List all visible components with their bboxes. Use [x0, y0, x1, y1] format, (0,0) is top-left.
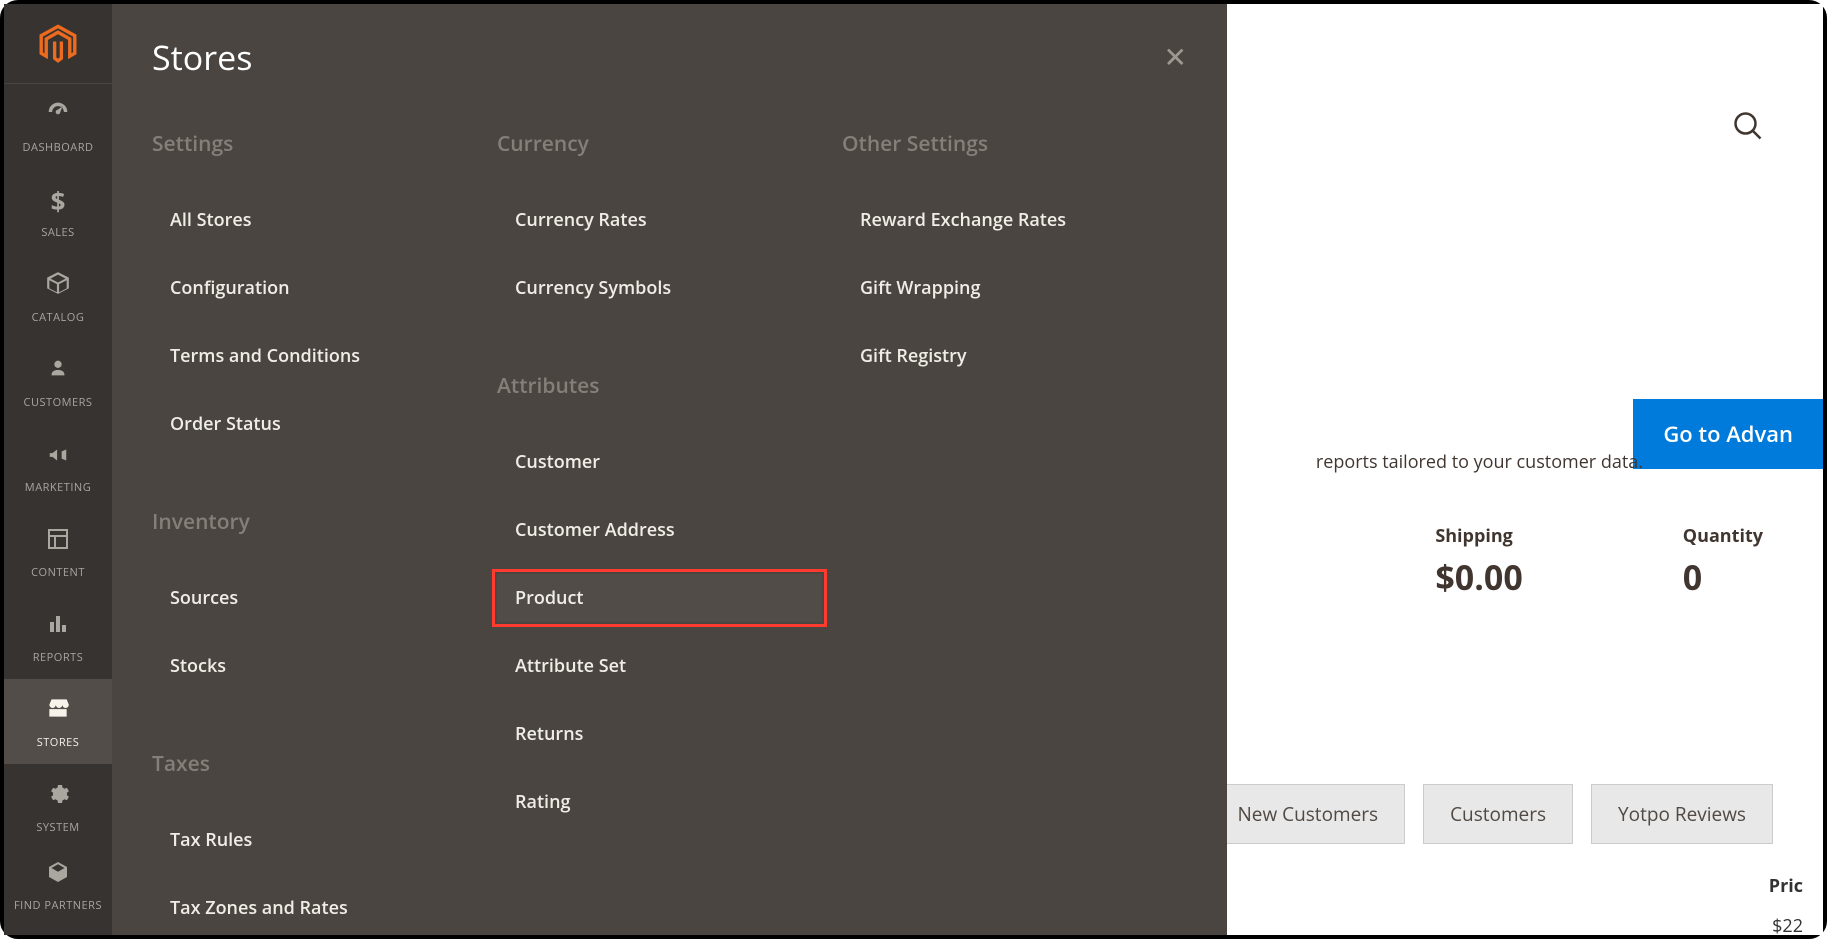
- nav-catalog[interactable]: CATALOG: [4, 254, 112, 339]
- nav-stores[interactable]: STORES: [4, 679, 112, 764]
- link-configuration[interactable]: Configuration: [152, 264, 477, 312]
- cube-icon: [46, 856, 70, 892]
- nav-reports[interactable]: REPORTS: [4, 594, 112, 679]
- group-heading-taxes: Taxes: [152, 750, 477, 778]
- link-attribute-set[interactable]: Attribute Set: [497, 642, 822, 690]
- bars-icon: [46, 608, 70, 644]
- stat-label: Shipping: [1435, 524, 1522, 548]
- link-currency-symbols[interactable]: Currency Symbols: [497, 264, 822, 312]
- tab-customers[interactable]: Customers: [1423, 784, 1573, 844]
- advanced-reporting-button[interactable]: Go to Advan: [1633, 399, 1823, 469]
- nav-system[interactable]: SYSTEM: [4, 764, 112, 849]
- main-sidebar: DASHBOARD $ SALES CATALOG CUSTOMERS MARK…: [4, 4, 112, 935]
- link-product-attribute[interactable]: Product: [497, 574, 822, 622]
- nav-label: CATALOG: [32, 310, 85, 325]
- search-icon: [1733, 111, 1763, 141]
- stat-value: $0.00: [1435, 554, 1522, 600]
- stat-quantity: Quantity 0: [1683, 524, 1763, 600]
- blurb-text: reports tailored to your customer data.: [1316, 450, 1643, 474]
- stores-flyout-panel: Stores ✕ Settings All Stores Configurati…: [112, 4, 1227, 935]
- link-all-stores[interactable]: All Stores: [152, 196, 477, 244]
- flyout-title: Stores: [152, 34, 252, 80]
- nav-customers[interactable]: CUSTOMERS: [4, 339, 112, 424]
- link-rating[interactable]: Rating: [497, 778, 822, 826]
- price-column-label: Pric: [1769, 874, 1803, 898]
- group-heading-settings: Settings: [152, 130, 477, 158]
- link-terms-and-conditions[interactable]: Terms and Conditions: [152, 332, 477, 380]
- tab-new-customers[interactable]: New Customers: [1210, 784, 1405, 844]
- nav-content[interactable]: CONTENT: [4, 509, 112, 594]
- close-icon: ✕: [1164, 38, 1187, 76]
- nav-label: SALES: [41, 225, 74, 240]
- magento-logo[interactable]: [4, 4, 112, 84]
- link-customer-attribute[interactable]: Customer: [497, 438, 822, 486]
- link-gift-wrapping[interactable]: Gift Wrapping: [842, 264, 1167, 312]
- flyout-column-2: Currency Currency Rates Currency Symbols…: [497, 130, 842, 932]
- stat-value: 0: [1683, 554, 1763, 600]
- group-heading-other-settings: Other Settings: [842, 130, 1167, 158]
- nav-label: CUSTOMERS: [24, 395, 93, 410]
- link-order-status[interactable]: Order Status: [152, 400, 477, 448]
- close-flyout-button[interactable]: ✕: [1164, 38, 1187, 76]
- gear-icon: [46, 778, 70, 814]
- gauge-icon: [44, 98, 72, 134]
- link-tax-rules[interactable]: Tax Rules: [152, 816, 477, 864]
- link-stocks[interactable]: Stocks: [152, 642, 477, 690]
- link-tax-zones-and-rates[interactable]: Tax Zones and Rates: [152, 884, 477, 932]
- link-gift-registry[interactable]: Gift Registry: [842, 332, 1167, 380]
- link-customer-address-attribute[interactable]: Customer Address: [497, 506, 822, 554]
- nav-label: CONTENT: [31, 565, 85, 580]
- nav-find-partners[interactable]: FIND PARTNERS: [4, 849, 112, 919]
- link-reward-exchange-rates[interactable]: Reward Exchange Rates: [842, 196, 1167, 244]
- search-button[interactable]: [1733, 109, 1763, 150]
- nav-label: MARKETING: [25, 480, 91, 495]
- person-icon: [47, 353, 69, 389]
- nav-label: FIND PARTNERS: [14, 898, 102, 913]
- stat-label: Quantity: [1683, 524, 1763, 548]
- nav-label: DASHBOARD: [23, 140, 94, 155]
- box-icon: [45, 268, 71, 304]
- tab-yotpo-reviews[interactable]: Yotpo Reviews: [1591, 784, 1773, 844]
- storefront-icon: [45, 693, 71, 729]
- bullhorn-icon: [45, 438, 71, 474]
- nav-label: STORES: [37, 735, 80, 750]
- nav-dashboard[interactable]: DASHBOARD: [4, 84, 112, 169]
- flyout-column-1: Settings All Stores Configuration Terms …: [152, 130, 497, 932]
- link-sources[interactable]: Sources: [152, 574, 477, 622]
- magento-logo-icon: [37, 23, 79, 65]
- group-heading-inventory: Inventory: [152, 508, 477, 536]
- group-heading-currency: Currency: [497, 130, 822, 158]
- nav-label: REPORTS: [33, 650, 83, 665]
- nav-sales[interactable]: $ SALES: [4, 169, 112, 254]
- dollar-icon: $: [51, 183, 66, 219]
- link-currency-rates[interactable]: Currency Rates: [497, 196, 822, 244]
- link-returns[interactable]: Returns: [497, 710, 822, 758]
- group-heading-attributes: Attributes: [497, 372, 822, 400]
- layout-icon: [46, 523, 70, 559]
- flyout-column-3: Other Settings Reward Exchange Rates Gif…: [842, 130, 1187, 932]
- price-value: $22: [1772, 914, 1803, 938]
- nav-label: SYSTEM: [36, 820, 79, 835]
- nav-marketing[interactable]: MARKETING: [4, 424, 112, 509]
- stat-shipping: Shipping $0.00: [1435, 524, 1522, 600]
